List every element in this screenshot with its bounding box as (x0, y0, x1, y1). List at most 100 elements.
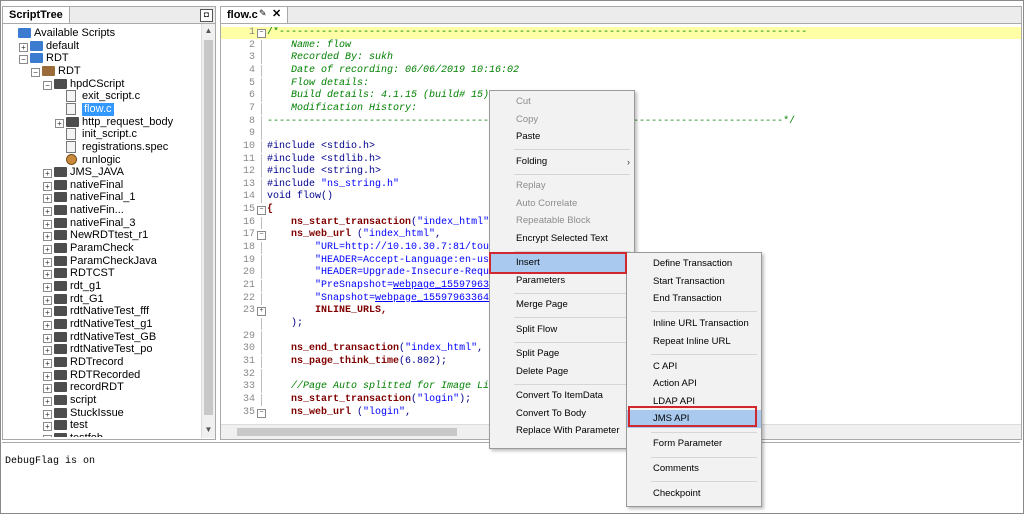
expand-icon[interactable]: + (43, 358, 52, 368)
code-token: Recorded By: sukh (267, 52, 394, 64)
expand-icon[interactable]: + (43, 257, 52, 267)
line-number: 3 (248, 52, 255, 64)
menu-item-cut[interactable]: Cut (490, 93, 634, 111)
expand-icon[interactable]: + (43, 422, 52, 432)
expand-icon[interactable]: + (43, 219, 52, 229)
menu-item-checkpoint[interactable]: Checkpoint (627, 485, 761, 503)
tree-item-label: rdt_G1 (70, 292, 104, 305)
expand-icon[interactable]: + (43, 396, 52, 406)
menu-item-repeat-inline-url[interactable]: Repeat Inline URL (627, 333, 761, 351)
code-token: #include <stdio.h> (267, 140, 376, 152)
tree-scroll-thumb[interactable] (204, 40, 213, 415)
line-number: 7 (248, 102, 255, 114)
file-icon (66, 140, 76, 153)
scroll-up-icon[interactable]: ▲ (204, 25, 213, 37)
expand-icon[interactable]: + (43, 270, 52, 280)
expand-icon[interactable]: + (43, 384, 52, 394)
fold-collapse-icon[interactable]: − (257, 408, 266, 418)
tree-item-label: NewRDTtest_r1 (70, 229, 149, 242)
menu-item-encrypt-selected-text[interactable]: Encrypt Selected Text (490, 230, 634, 248)
pin-icon[interactable]: ✎ (259, 8, 267, 19)
code-text: ns_page_think_time(6.802); (267, 356, 447, 368)
expand-icon[interactable]: + (43, 245, 52, 255)
submenu-arrow-icon: › (627, 156, 630, 167)
menu-item-replay[interactable]: Replay (490, 177, 634, 195)
menu-item-ldap-api[interactable]: LDAP API (627, 393, 761, 411)
menu-item-paste[interactable]: Paste (490, 128, 634, 146)
code-line[interactable]: 3 Recorded By: sukh (221, 52, 1021, 65)
menu-item-split-page[interactable]: Split Page (490, 345, 634, 363)
tree-item-label: testfob (70, 432, 103, 437)
expand-icon[interactable]: + (43, 169, 52, 179)
menu-item-inline-url-transaction[interactable]: Inline URL Transaction (627, 315, 761, 333)
menu-item-folding[interactable]: Folding › (490, 153, 634, 171)
menu-item-delete-page[interactable]: Delete Page (490, 363, 634, 381)
expand-icon[interactable]: + (43, 308, 52, 318)
collapse-icon[interactable]: − (43, 80, 52, 90)
close-icon[interactable]: ✕ (272, 7, 281, 20)
expand-icon[interactable]: + (43, 346, 52, 356)
code-line[interactable]: 4 Date of recording: 06/06/2019 10:16:02 (221, 64, 1021, 77)
expand-icon[interactable]: + (43, 207, 52, 217)
code-token: void flow() (267, 191, 334, 203)
expand-icon[interactable]: + (43, 409, 52, 419)
fold-collapse-icon[interactable]: − (257, 29, 266, 38)
menu-item-repeatable-block[interactable]: Repeatable Block (490, 212, 634, 230)
menu-item-action-api[interactable]: Action API (627, 375, 761, 393)
menu-item-convert-to-itemdata[interactable]: Convert To ItemData (490, 387, 634, 405)
menu-item-convert-to-body[interactable]: Convert To Body (490, 405, 634, 423)
expand-icon[interactable]: + (43, 181, 52, 191)
tab-script-tree[interactable]: ScriptTree (3, 7, 70, 23)
menu-item-insert[interactable]: Insert› (490, 254, 634, 272)
expand-icon[interactable]: + (43, 283, 52, 292)
fold-guide (261, 343, 262, 356)
panel-restore-button[interactable]: ◘ (200, 9, 213, 22)
expand-icon[interactable]: + (55, 118, 64, 128)
menu-item-comments[interactable]: Comments (627, 460, 761, 478)
line-number: 6 (248, 90, 255, 102)
menu-item-start-transaction[interactable]: Start Transaction (627, 273, 761, 291)
expand-icon[interactable]: + (19, 42, 28, 52)
menu-item-split-flow[interactable]: Split Flow (490, 321, 634, 339)
code-line[interactable]: 2 Name: flow (221, 39, 1021, 52)
scroll-down-icon[interactable]: ▼ (204, 424, 213, 436)
fold-expand-icon[interactable]: + (257, 307, 266, 317)
editor-scroll-thumb[interactable] (237, 428, 457, 436)
menu-item-auto-correlate[interactable]: Auto Correlate (490, 195, 634, 213)
expand-icon[interactable]: + (43, 194, 52, 204)
menu-separator (514, 149, 630, 150)
expand-icon[interactable]: + (43, 295, 52, 305)
menu-item-copy[interactable]: Copy (490, 111, 634, 129)
code-token: "index_html" (405, 343, 478, 355)
menu-item-form-parameter[interactable]: Form Parameter (627, 435, 761, 453)
code-token: , (405, 406, 412, 418)
expand-icon[interactable]: + (43, 333, 52, 343)
collapse-icon[interactable]: − (19, 55, 28, 65)
menu-item-parameters[interactable]: Parameters› (490, 272, 634, 290)
menu-item-define-transaction[interactable]: Define Transaction (627, 255, 761, 273)
menu-item-c-api[interactable]: C API (627, 358, 761, 376)
expand-icon[interactable]: + (43, 434, 52, 437)
expand-icon[interactable]: + (43, 320, 52, 330)
menu-item-end-transaction[interactable]: End Transaction (627, 290, 761, 308)
menu-item-jms-api[interactable]: JMS API (627, 410, 761, 429)
code-line[interactable]: 1−/*------------------------------------… (221, 27, 1021, 39)
output-text: DebugFlag is on (5, 456, 96, 467)
collapse-icon[interactable]: − (31, 67, 40, 77)
expand-icon[interactable]: + (43, 232, 52, 242)
fold-collapse-icon[interactable]: − (257, 206, 266, 216)
code-line[interactable]: 5 Flow details: (221, 77, 1021, 90)
menu-item-label: Convert To ItemData (516, 390, 603, 401)
tree-vertical-scrollbar[interactable]: ▲ ▼ (201, 24, 215, 438)
fold-collapse-icon[interactable]: − (257, 231, 266, 241)
code-text: "HEADER=Upgrade-Insecure-Request (267, 267, 507, 279)
menu-item-replace-with-parameter[interactable]: Replace With Parameter (490, 422, 634, 440)
code-token: ns_page_think_time (291, 355, 400, 367)
menu-separator (651, 481, 757, 483)
expand-icon[interactable]: + (43, 371, 52, 381)
menu-item-label: Inline URL Transaction (653, 318, 749, 330)
code-text: ns_web_url ("login", (267, 407, 411, 419)
folder-dark-icon (54, 179, 67, 190)
menu-item-merge-page[interactable]: Merge Page (490, 296, 634, 314)
